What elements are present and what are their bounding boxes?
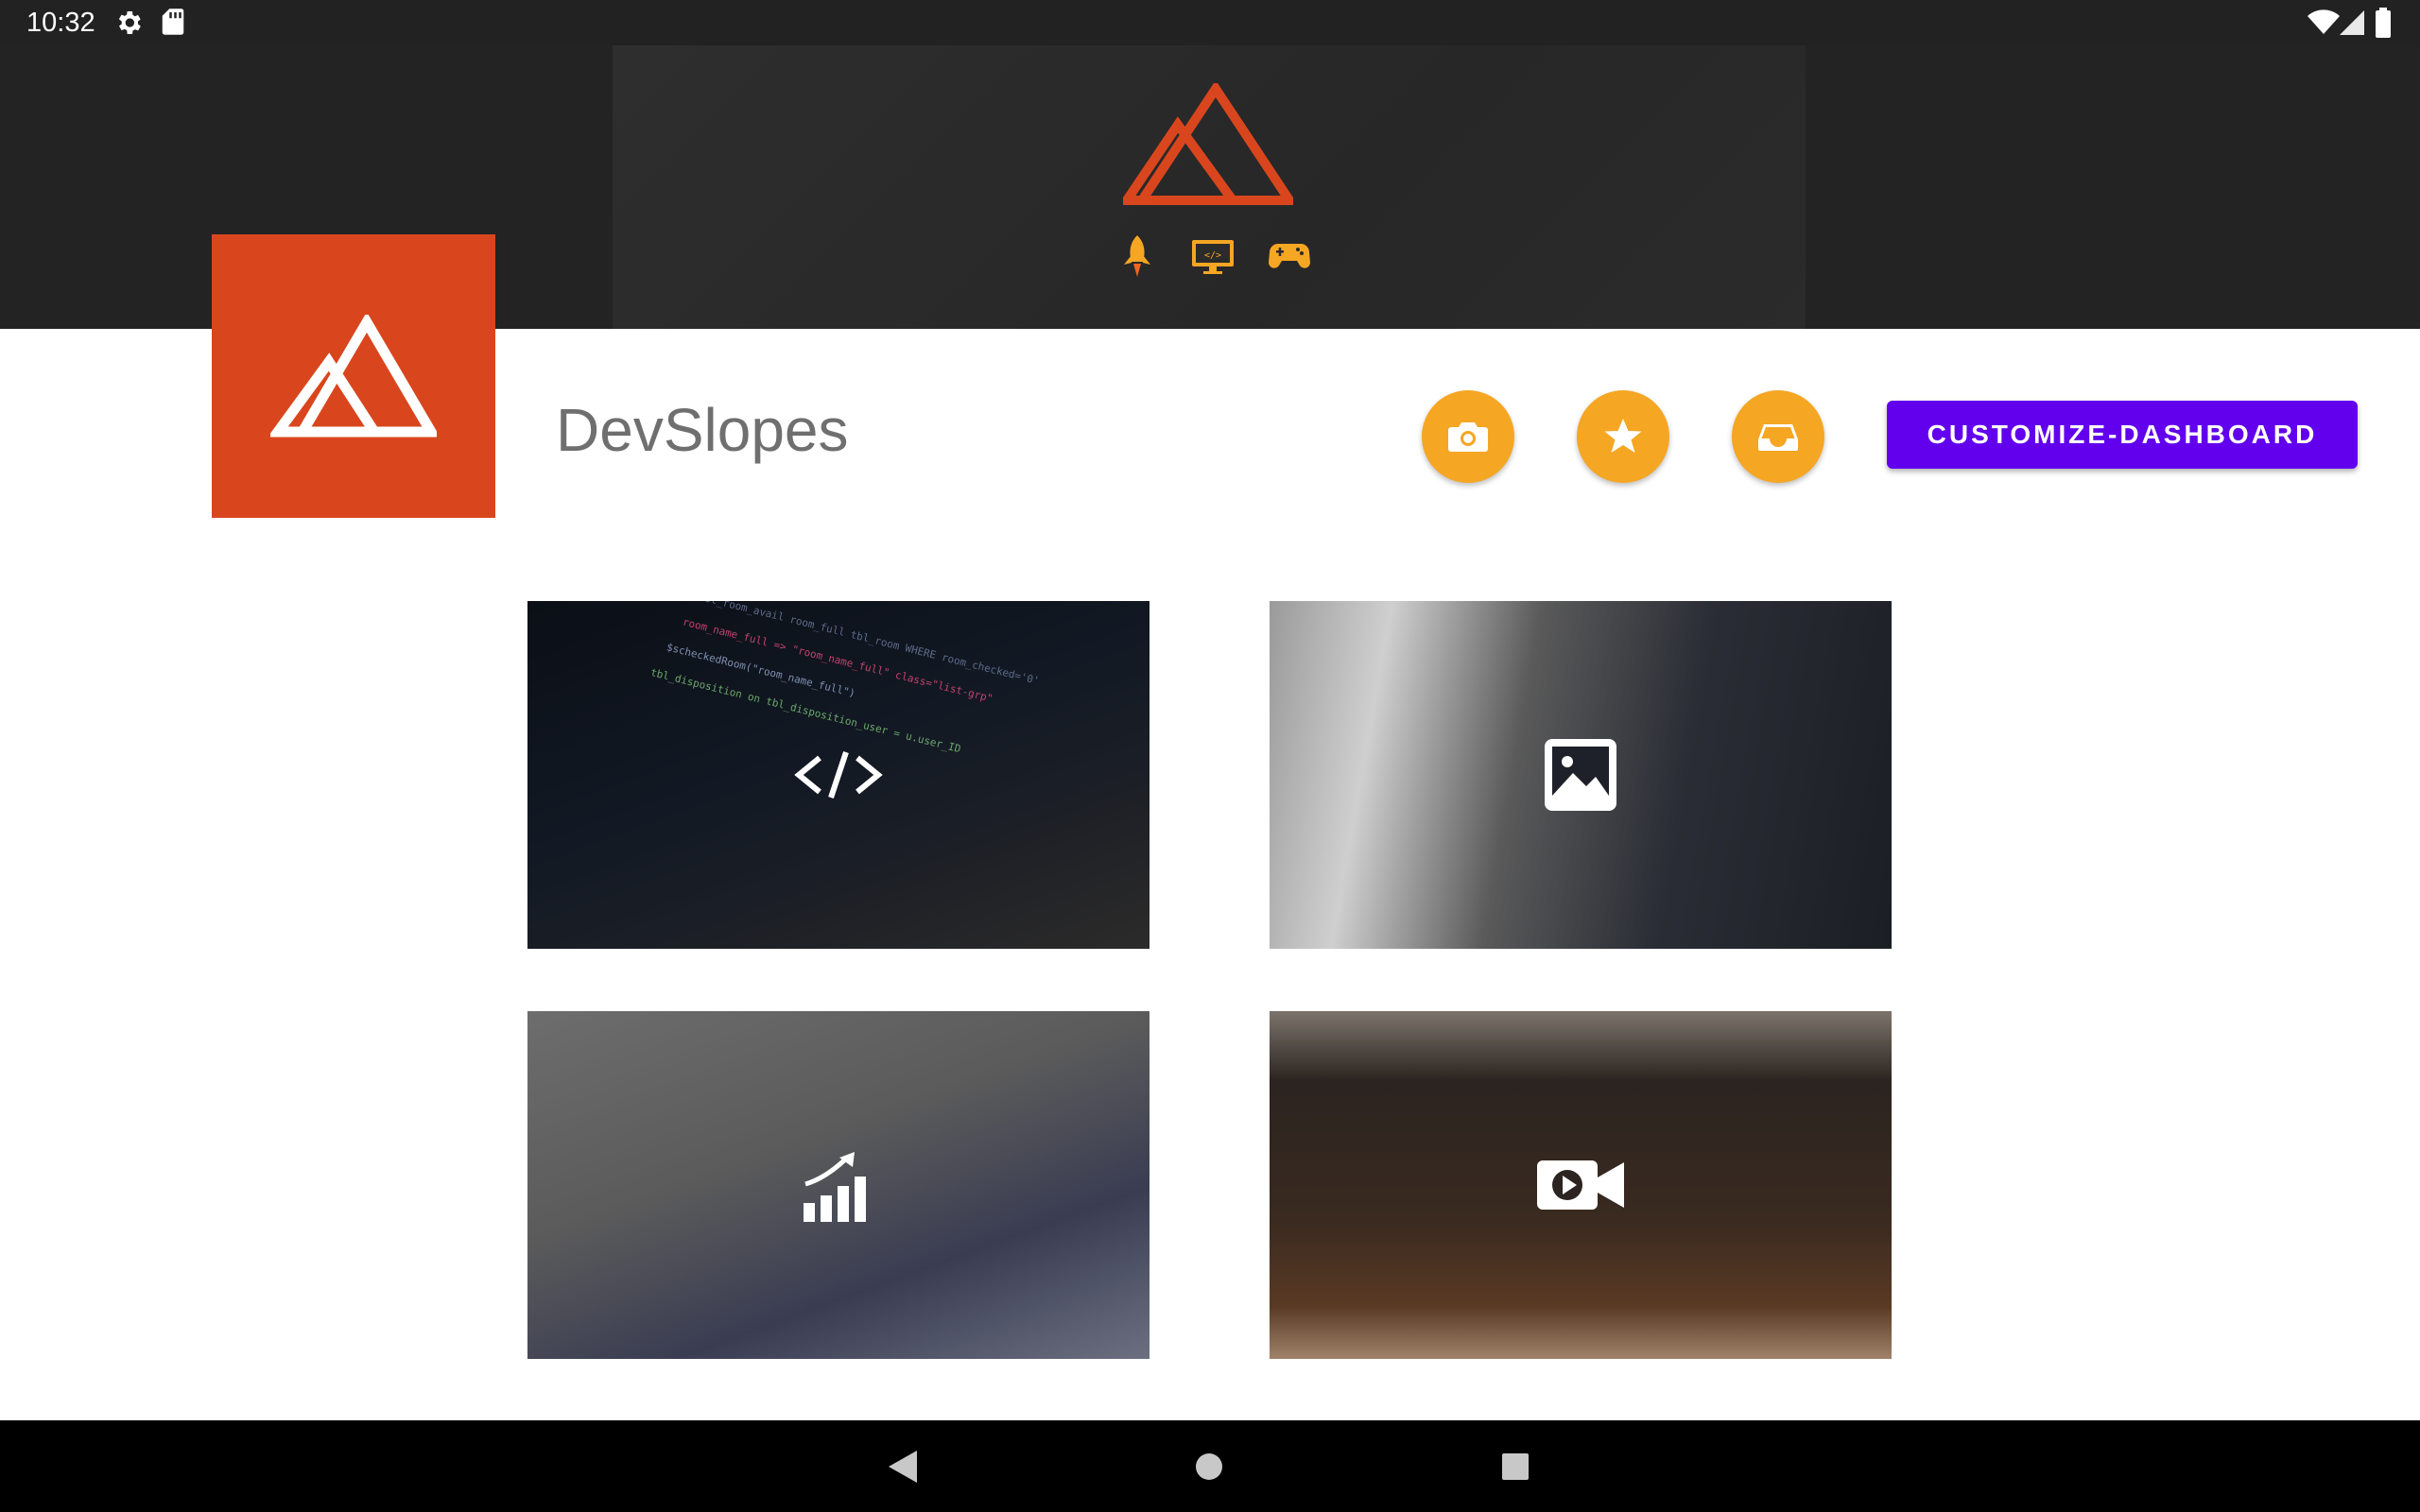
star-button[interactable]	[1577, 390, 1669, 483]
star-icon	[1604, 419, 1642, 453]
video-icon	[1537, 1160, 1624, 1210]
settings-icon	[118, 11, 141, 34]
customize-dashboard-button[interactable]: CUSTOMIZE-DASHBOARD	[1887, 401, 2358, 469]
mountain-logo-icon	[1123, 83, 1293, 205]
camera-button[interactable]	[1422, 390, 1514, 483]
home-icon[interactable]	[1195, 1452, 1223, 1481]
tile-video[interactable]	[1270, 1011, 1892, 1359]
chart-icon	[804, 1152, 866, 1222]
back-icon[interactable]	[887, 1449, 919, 1485]
tile-chart[interactable]	[527, 1011, 1150, 1359]
signal-icon	[2340, 10, 2364, 35]
tile-code[interactable]: tbl_room_avail room_full tbl_room WHERE …	[527, 601, 1150, 949]
status-time: 10:32	[26, 8, 95, 38]
svg-text:</>: </>	[1204, 250, 1221, 261]
header-banner: </>	[613, 45, 1806, 329]
rocket-icon	[1124, 235, 1150, 277]
inbox-icon	[1758, 424, 1798, 451]
navigation-bar	[0, 1420, 2420, 1512]
app-logo	[212, 234, 495, 518]
gamepad-icon	[1269, 244, 1310, 268]
inbox-button[interactable]	[1732, 390, 1824, 483]
code-monitor-icon: </>	[1192, 240, 1234, 274]
mountain-logo-icon	[270, 315, 437, 438]
code-icon	[794, 751, 883, 799]
app-title: DevSlopes	[556, 396, 849, 464]
image-icon	[1545, 739, 1616, 811]
tile-image[interactable]	[1270, 601, 1892, 949]
battery-icon	[2376, 8, 2391, 38]
sd-card-icon	[162, 9, 184, 35]
recents-icon[interactable]	[1501, 1452, 1530, 1481]
wifi-icon	[2308, 9, 2340, 34]
camera-icon	[1448, 422, 1488, 452]
svg-text:$scheckedRoom("room_name_full": $scheckedRoom("room_name_full")	[666, 641, 856, 699]
status-bar: 10:32	[0, 0, 2420, 45]
